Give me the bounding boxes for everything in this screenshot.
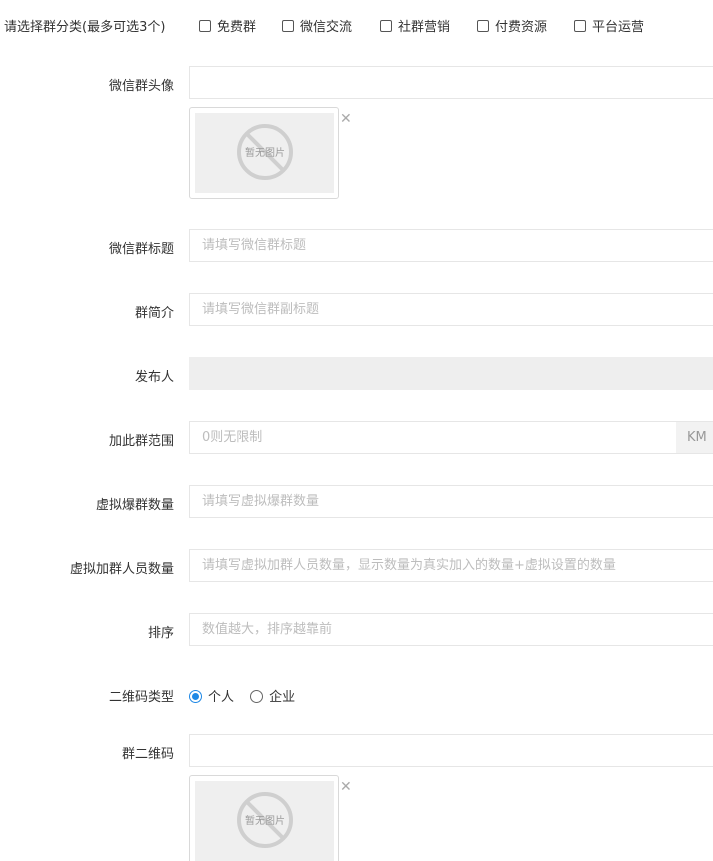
range-input[interactable]: 0则无限制 [189,421,677,454]
intro-input[interactable]: 请填写微信群副标题 [189,293,713,326]
qr-type-enterprise[interactable]: 企业 [250,686,295,705]
virtual-groups-input[interactable]: 请填写虚拟爆群数量 [189,485,713,518]
category-option-label: 付费资源 [495,20,548,35]
publisher-label: 发布人 [134,370,174,385]
category-option-label: 平台运营 [592,20,645,35]
group-edit-form: 请选择群分类(最多可选3个) 免费群 微信交流 社群营销 付费资源 平台运营 微… [0,0,713,861]
avatar-preview: 暂无图片 [189,107,339,199]
checkbox[interactable] [477,20,489,32]
no-image-placeholder: 暂无图片 [195,781,334,861]
radio-button[interactable] [189,690,202,703]
checkbox[interactable] [380,20,392,32]
publisher-input [189,357,713,390]
category-option-free[interactable]: 免费群 [199,16,256,35]
category-option-paid[interactable]: 付费资源 [477,16,547,35]
category-option-platform[interactable]: 平台运营 [574,16,644,35]
no-image-placeholder: 暂无图片 [195,113,334,193]
checkbox[interactable] [574,20,586,32]
close-icon[interactable]: ✕ [340,112,354,126]
virtual-members-input[interactable]: 请填写虚拟加群人员数量，显示数量为真实加入的数量+虚拟设置的数量 [189,549,713,582]
qr-type-personal[interactable]: 个人 [189,686,234,705]
no-image-icon: 暂无图片 [237,124,293,180]
virtual-groups-label: 虚拟爆群数量 [95,498,174,513]
no-image-text: 暂无图片 [245,814,285,827]
no-image-icon: 暂无图片 [237,792,293,848]
category-option-label: 免费群 [217,20,257,35]
sort-input[interactable]: 数值越大，排序越靠前 [189,613,713,646]
qr-code-url-input[interactable] [189,734,713,767]
qr-code-preview: 暂无图片 [189,775,339,861]
qr-type-label: 二维码类型 [108,690,174,705]
range-unit-suffix: KM [676,421,713,454]
no-image-text: 暂无图片 [245,146,285,159]
category-option-wechat[interactable]: 微信交流 [282,16,352,35]
range-label: 加此群范围 [108,434,174,449]
checkbox[interactable] [199,20,211,32]
checkbox[interactable] [282,20,294,32]
avatar-url-input[interactable] [189,66,713,99]
qr-code-label: 群二维码 [121,747,174,762]
virtual-members-label: 虚拟加群人员数量 [69,562,174,577]
category-option-marketing[interactable]: 社群营销 [380,16,450,35]
intro-label: 群简介 [134,306,174,321]
qr-type-radio-group: 个人 企业 [189,686,307,705]
category-option-label: 社群营销 [398,20,451,35]
avatar-label: 微信群头像 [108,79,174,94]
close-icon[interactable]: ✕ [340,780,354,794]
sort-label: 排序 [147,626,174,641]
title-label: 微信群标题 [108,242,174,257]
radio-label: 个人 [208,690,235,705]
radio-button[interactable] [250,690,264,703]
category-option-label: 微信交流 [300,20,353,35]
category-row: 请选择群分类(最多可选3个) 免费群 微信交流 社群营销 付费资源 平台运营 [0,14,713,36]
radio-label: 企业 [269,690,296,705]
category-label: 请选择群分类(最多可选3个) [4,20,166,35]
title-input[interactable]: 请填写微信群标题 [189,229,713,262]
